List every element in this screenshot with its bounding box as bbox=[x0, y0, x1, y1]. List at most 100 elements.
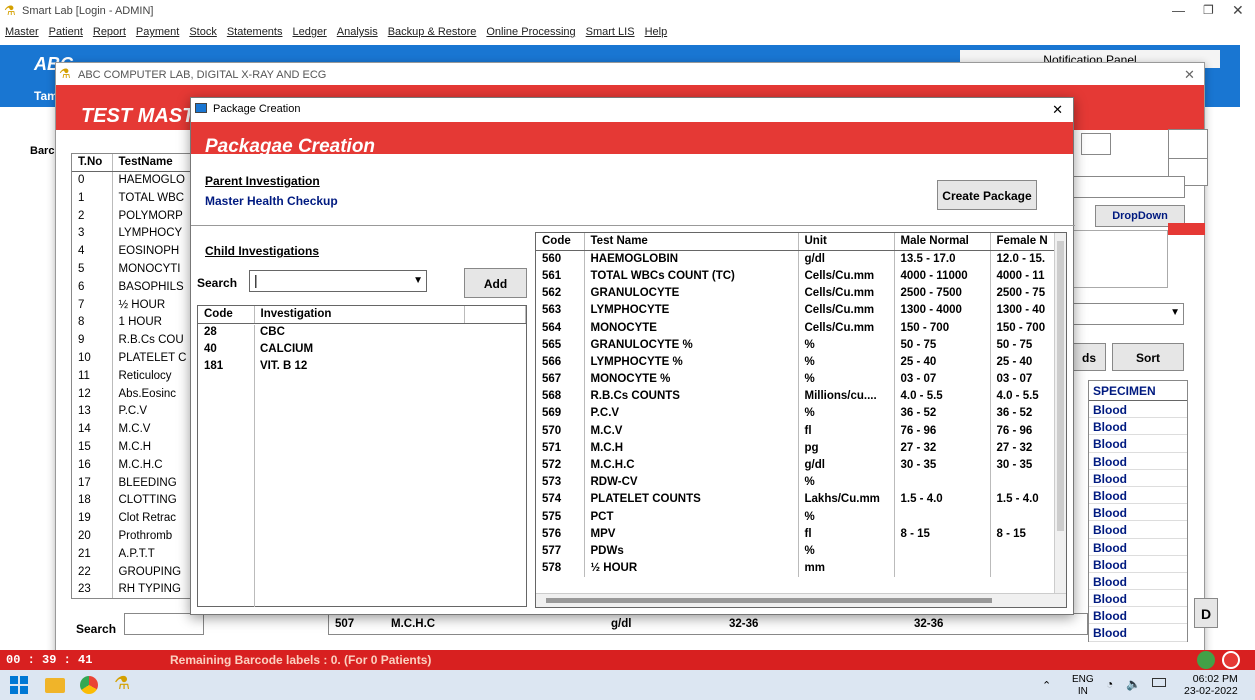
specimen-cell[interactable]: Blood bbox=[1089, 435, 1187, 453]
select-field[interactable]: ▼ bbox=[1072, 303, 1184, 325]
child-investigations-list[interactable]: Code Investigation 28 CBC 40 CALCIUM 181 VIT.… bbox=[197, 305, 527, 607]
specimen-cell[interactable]: Blood bbox=[1089, 504, 1187, 522]
table-row[interactable]: 12 Abs.Eosinc bbox=[72, 384, 210, 403]
battery-icon[interactable] bbox=[1152, 678, 1166, 687]
chevron-up-icon[interactable]: ⌃ bbox=[1042, 679, 1051, 692]
col-investigation[interactable]: Investigation bbox=[254, 306, 465, 324]
table-row[interactable]: 81 HOUR bbox=[72, 313, 210, 332]
table-row[interactable]: 7½ HOUR bbox=[72, 295, 210, 314]
table-row[interactable]: 4 EOSINOPH bbox=[72, 242, 210, 261]
add-button[interactable]: Add bbox=[464, 268, 527, 298]
specimen-cell[interactable]: Blood bbox=[1089, 401, 1187, 419]
list-item[interactable]: 40 CALCIUM bbox=[198, 340, 526, 357]
specimen-cell[interactable]: Blood bbox=[1089, 453, 1187, 470]
package-search-input[interactable]: | ▼ bbox=[249, 270, 427, 292]
specimen-cell[interactable]: Blood bbox=[1089, 487, 1187, 505]
green-status-icon[interactable] bbox=[1197, 651, 1215, 669]
table-row[interactable]: 2 POLYMORP bbox=[72, 206, 210, 225]
clock[interactable]: 06:02 PM 23-02-2022 bbox=[1184, 673, 1238, 697]
menu-online-processing[interactable]: Online Processing bbox=[481, 22, 580, 42]
reg-field[interactable] bbox=[1072, 176, 1185, 198]
language-indicator[interactable]: ENG IN bbox=[1072, 674, 1094, 698]
specimen-list[interactable]: SPECIMEN Blood Blood Blood Blood Blood Blood B… bbox=[1088, 380, 1188, 642]
specimen-cell[interactable]: Blood bbox=[1089, 556, 1187, 573]
volume-icon[interactable]: 🔈 bbox=[1126, 677, 1141, 691]
specimen-cell[interactable]: Blood bbox=[1089, 470, 1187, 487]
flask-icon[interactable]: ⚗ bbox=[114, 673, 130, 694]
menu-ledger[interactable]: Ledger bbox=[287, 22, 331, 42]
list-item[interactable]: 181 VIT. B 12 bbox=[198, 358, 526, 375]
close-icon[interactable]: ✕ bbox=[1184, 67, 1195, 83]
table-row[interactable]: 570 M.C.V fl 76 - 96 76 - 96 bbox=[536, 422, 1057, 440]
table-row[interactable]: 22 GROUPING bbox=[72, 562, 210, 581]
scroll-thumb[interactable] bbox=[1057, 241, 1064, 531]
red-status-icon[interactable] bbox=[1222, 651, 1240, 669]
table-row[interactable]: 16 M.C.H.C bbox=[72, 455, 210, 474]
table-row[interactable]: 563 LYMPHOCYTE Cells/Cu.mm 1300 - 4000 1300 … bbox=[536, 301, 1057, 319]
table-row[interactable]: 0 HAEMOGLO bbox=[72, 171, 210, 189]
table-row[interactable]: 10 PLATELET C bbox=[72, 349, 210, 367]
file-explorer-icon[interactable] bbox=[45, 678, 65, 693]
col-test-name[interactable]: Test Name bbox=[584, 233, 799, 251]
table-row[interactable]: 20 Prothromb bbox=[72, 527, 210, 545]
specimen-cell[interactable]: Blood bbox=[1089, 573, 1187, 591]
specimen-cell[interactable]: Blood bbox=[1089, 607, 1187, 625]
table-row[interactable]: 575 PCT% bbox=[536, 508, 1057, 526]
search-input[interactable] bbox=[124, 613, 204, 635]
specimen-cell[interactable]: Blood bbox=[1089, 590, 1187, 608]
menu-stock[interactable]: Stock bbox=[184, 22, 222, 42]
table-row[interactable]: 15 M.C.H bbox=[72, 438, 210, 456]
specimen-cell[interactable]: Blood bbox=[1089, 539, 1187, 556]
d-button[interactable]: D bbox=[1194, 598, 1218, 628]
windows-start-icon[interactable] bbox=[10, 676, 28, 694]
table-row[interactable]: 3 LYMPHOCY bbox=[72, 224, 210, 243]
wifi-icon[interactable]: ◔ bbox=[1106, 677, 1113, 691]
table-row[interactable]: 574 PLATELET COUNTS Lakhs/Cu.mm 1.5 - 4.0 1.… bbox=[536, 490, 1057, 508]
table-row[interactable]: 572 M.C.H.C g/dl 30 - 35 30 - 35 bbox=[536, 456, 1057, 474]
list-item[interactable]: 28 CBC bbox=[198, 323, 526, 340]
menu-backup-restore[interactable]: Backup & Restore bbox=[383, 22, 482, 42]
table-row[interactable]: 562 GRANULOCYTE Cells/Cu.mm 2500 - 7500 2500… bbox=[536, 284, 1057, 302]
specimen-cell[interactable]: Blood bbox=[1089, 418, 1187, 436]
table-row[interactable]: 573 RDW-CV% bbox=[536, 473, 1057, 491]
bottom-row[interactable]: 507 M.C.H.C g/dl 32-36 32-36 bbox=[328, 613, 1088, 635]
table-row[interactable]: 14 M.C.V bbox=[72, 420, 210, 439]
menu-help[interactable]: Help bbox=[640, 22, 673, 42]
col-male-normal[interactable]: Male Normal bbox=[894, 233, 991, 251]
hscroll-thumb[interactable] bbox=[546, 598, 992, 603]
create-package-button[interactable]: Create Package bbox=[937, 180, 1037, 210]
horizontal-scrollbar[interactable] bbox=[536, 593, 1066, 607]
menu-smart-lis[interactable]: Smart LIS bbox=[581, 22, 640, 42]
table-row[interactable]: 565 GRANULOCYTE %% 50 - 75 50 - 75 bbox=[536, 336, 1057, 354]
menu-patient[interactable]: Patient bbox=[44, 22, 88, 42]
col-code[interactable]: Code bbox=[536, 233, 585, 251]
table-row[interactable]: 11 Reticulocy bbox=[72, 366, 210, 385]
table-row[interactable]: 576 MPV fl 8 - 15 8 - 15 bbox=[536, 525, 1057, 543]
table-row[interactable]: 566 LYMPHOCYTE %% 25 - 40 25 - 40 bbox=[536, 353, 1057, 371]
table-row[interactable]: 23 RH TYPING bbox=[72, 580, 210, 599]
maximize-icon[interactable]: ❐ bbox=[1203, 3, 1214, 17]
menu-analysis[interactable]: Analysis bbox=[332, 22, 383, 42]
col-code[interactable]: Code bbox=[198, 306, 255, 324]
table-row[interactable]: 577 PDWs% bbox=[536, 542, 1057, 560]
table-row[interactable]: 561 TOTAL WBCs COUNT (TC) Cells/Cu.mm 4000 … bbox=[536, 267, 1057, 285]
barcode-field[interactable] bbox=[1081, 133, 1111, 155]
vertical-scrollbar[interactable] bbox=[1054, 233, 1066, 595]
test-grid[interactable]: Code Test Name Unit Male Normal Female N… bbox=[535, 232, 1067, 608]
chevron-down-icon[interactable]: ▼ bbox=[413, 275, 423, 286]
table-row[interactable]: 13 P.C.V bbox=[72, 402, 210, 421]
table-row[interactable]: 18 CLOTTING bbox=[72, 491, 210, 510]
address-textarea[interactable] bbox=[1072, 230, 1168, 288]
table-row[interactable]: 17 BLEEDING bbox=[72, 473, 210, 492]
ds-button[interactable]: ds bbox=[1072, 343, 1106, 371]
table-row[interactable]: 564 MONOCYTE Cells/Cu.mm 150 - 700 150 - 700 bbox=[536, 318, 1057, 337]
table-row[interactable]: 560 HAEMOGLOBIN g/dl 13.5 - 17.0 12.0 - 15. bbox=[536, 250, 1057, 268]
menu-report[interactable]: Report bbox=[88, 22, 131, 42]
close-icon[interactable]: ✕ bbox=[1232, 2, 1244, 19]
col-unit[interactable]: Unit bbox=[798, 233, 895, 251]
table-row[interactable]: 9 R.B.Cs COU bbox=[72, 331, 210, 350]
table-row[interactable]: 1 TOTAL WBC bbox=[72, 188, 210, 207]
table-row[interactable]: 567 MONOCYTE %% 03 - 07 03 - 07 bbox=[536, 370, 1057, 388]
col-tno[interactable]: T.No bbox=[72, 154, 113, 172]
sort-button[interactable]: Sort bbox=[1112, 343, 1184, 371]
